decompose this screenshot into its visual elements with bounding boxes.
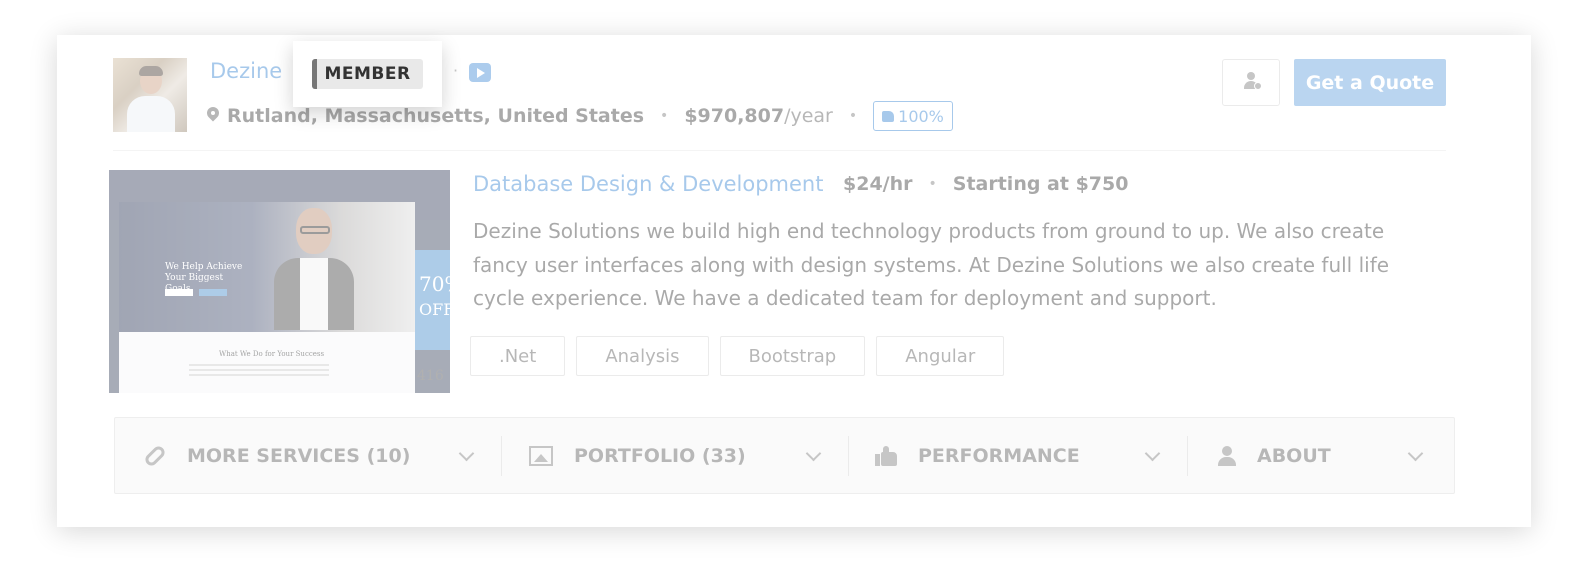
person-icon (1218, 445, 1236, 466)
skill-tags: .Net Analysis Bootstrap Angular (470, 336, 1005, 376)
thumbnail-banner: 70% OFF (415, 250, 450, 350)
portfolio-tab[interactable]: PORTFOLIO (33) (529, 418, 746, 493)
image-icon (529, 445, 553, 466)
skill-tag[interactable]: Analysis (576, 336, 709, 376)
follow-button[interactable] (1222, 59, 1280, 106)
provider-name[interactable]: Dezine (210, 59, 282, 83)
starting-price: Starting at $750 (952, 173, 1129, 195)
service-pricing: $24/hr • Starting at $750 (843, 173, 1128, 195)
portfolio-thumbnail[interactable]: We Help Achieve Your Biggest Goals 70% O… (109, 170, 450, 393)
hourly-rate: $24/hr (843, 173, 913, 195)
map-pin-icon (207, 107, 219, 125)
thumbs-up-icon (882, 110, 895, 122)
tab-label: PERFORMANCE (918, 444, 1080, 467)
tab-label: ABOUT (1257, 444, 1331, 467)
chevron-down-icon[interactable] (458, 445, 475, 462)
more-services-tab[interactable]: MORE SERVICES (10) (142, 418, 411, 493)
revenue-amount: $970,807 (684, 105, 785, 127)
link-icon (142, 443, 168, 468)
skill-tag[interactable]: .Net (470, 336, 566, 376)
revenue-suffix: /year (784, 105, 833, 127)
thumbnail-subtitle: What We Do for Your Success (219, 350, 325, 358)
chevron-down-icon[interactable] (805, 445, 822, 462)
youtube-icon[interactable] (469, 63, 491, 82)
tab-label: MORE SERVICES (10) (187, 444, 411, 467)
separator-dot: • (928, 176, 937, 192)
separator-dot: • (660, 108, 669, 124)
member-badge-highlight: MEMBER (293, 41, 442, 107)
performance-tab[interactable]: PERFORMANCE (875, 418, 1080, 493)
member-badge: MEMBER (312, 59, 423, 89)
tab-label: PORTFOLIO (33) (574, 444, 746, 467)
rating-value: 100% (898, 106, 944, 126)
skill-tag[interactable]: Angular (876, 336, 1005, 376)
provider-card: Dezine · Rutland, Massachusetts, United … (57, 35, 1531, 527)
avatar[interactable] (113, 58, 187, 132)
separator-dot: · (453, 61, 459, 80)
chevron-down-icon[interactable] (1407, 445, 1424, 462)
thumbnail-number: 416 (417, 368, 444, 384)
skill-tag[interactable]: Bootstrap (719, 336, 866, 376)
separator-dot: • (848, 108, 858, 124)
service-title[interactable]: Database Design & Development (473, 172, 823, 196)
thumbs-up-icon (875, 445, 897, 466)
service-description: Dezine Solutions we build high end techn… (473, 219, 1390, 310)
about-tab[interactable]: ABOUT (1218, 418, 1331, 493)
chevron-down-icon[interactable] (1144, 445, 1161, 462)
rating-badge: 100% (873, 101, 953, 131)
user-plus-icon (1244, 72, 1262, 92)
details-tab-bar: MORE SERVICES (10) PORTFOLIO (33) PERFOR… (114, 417, 1455, 494)
get-quote-button[interactable]: Get a Quote (1294, 59, 1446, 106)
location-text: Rutland, Massachusetts, United States (227, 105, 645, 127)
divider (113, 150, 1446, 151)
